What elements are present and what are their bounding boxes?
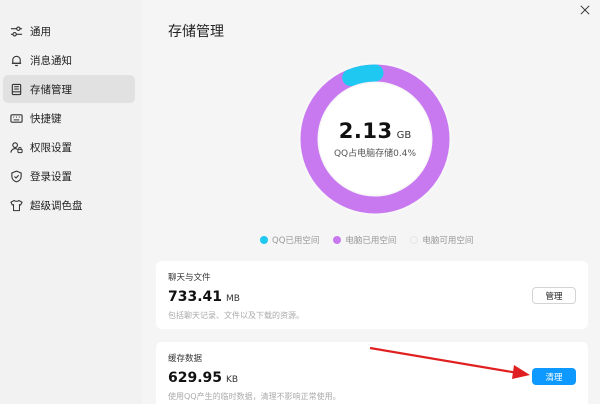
sidebar-item-label: 存储管理 [30, 83, 72, 96]
sidebar-item-login[interactable]: 登录设置 [3, 162, 135, 190]
sidebar-item-general[interactable]: 通用 [3, 17, 135, 45]
chat-files-size-value: 733.41 [168, 289, 223, 305]
legend-item-pc-used: 电脑已用空间 [333, 234, 396, 246]
sidebar-item-permissions[interactable]: 权限设置 [3, 133, 135, 161]
arrow-head [512, 365, 530, 379]
sliders-icon [9, 24, 23, 38]
sidebar-item-shortcuts[interactable]: 快捷键 [3, 104, 135, 132]
sidebar-item-notifications[interactable]: 消息通知 [3, 46, 135, 74]
sidebar-item-label: 快捷键 [30, 112, 62, 125]
storage-summary: 2.13 GB QQ占电脑存储0.4% [294, 58, 456, 220]
sidebar-item-label: 消息通知 [30, 54, 72, 67]
legend-label: QQ已用空间 [272, 236, 320, 246]
cache-size-unit: KB [226, 375, 239, 385]
chart-legend: QQ已用空间 电脑已用空间 电脑可用空间 [260, 234, 473, 246]
card-title: 聊天与文件 [168, 273, 211, 283]
clean-button[interactable]: 清理 [532, 368, 576, 385]
sidebar-item-label: 超级调色盘 [30, 199, 83, 212]
legend-item-pc-free: 电脑可用空间 [410, 234, 473, 246]
close-icon [580, 5, 590, 15]
storage-percent-text: QQ占电脑存储0.4% [333, 149, 417, 159]
shield-icon [9, 169, 23, 183]
card-description: 包括聊天记录、文件以及下载的资源。 [168, 311, 304, 320]
cache-size-value: 629.95 [168, 370, 223, 386]
legend-dot-qq-used [260, 236, 268, 244]
storage-icon [9, 82, 23, 96]
arrow-shaft [369, 346, 519, 375]
legend-label: 电脑已用空间 [345, 236, 397, 246]
sidebar-item-label: 登录设置 [30, 170, 72, 183]
user-lock-icon [9, 140, 23, 154]
chat-files-size-unit: MB [226, 294, 240, 304]
keyboard-icon [9, 111, 23, 125]
sidebar-item-label: 权限设置 [30, 141, 72, 154]
chat-files-card: 聊天与文件 733.41 MB 包括聊天记录、文件以及下载的资源。 管理 [156, 261, 588, 329]
annotation-arrow [369, 346, 530, 379]
legend-dot-pc-free [410, 236, 419, 244]
storage-total-unit: GB [396, 130, 412, 141]
close-button[interactable] [578, 3, 592, 17]
legend-dot-pc-used [333, 236, 342, 244]
legend-item-qq-used: QQ已用空间 [260, 234, 319, 246]
manage-button[interactable]: 管理 [532, 287, 576, 304]
sidebar-item-storage[interactable]: 存储管理 [3, 75, 135, 103]
sidebar: 通用 消息通知 存储管理 快捷键 权限设置 登录设置 超级调色盘 [0, 0, 142, 404]
page-title: 存储管理 [168, 24, 224, 40]
shirt-icon [9, 198, 23, 212]
bell-icon [9, 53, 23, 67]
sidebar-item-label: 通用 [30, 25, 51, 38]
sidebar-item-palette[interactable]: 超级调色盘 [3, 191, 135, 219]
legend-label: 电脑可用空间 [422, 236, 474, 246]
storage-total-value: 2.13 [338, 119, 393, 143]
card-description: 使用QQ产生的临时数据，清理不影响正常使用。 [168, 392, 341, 401]
